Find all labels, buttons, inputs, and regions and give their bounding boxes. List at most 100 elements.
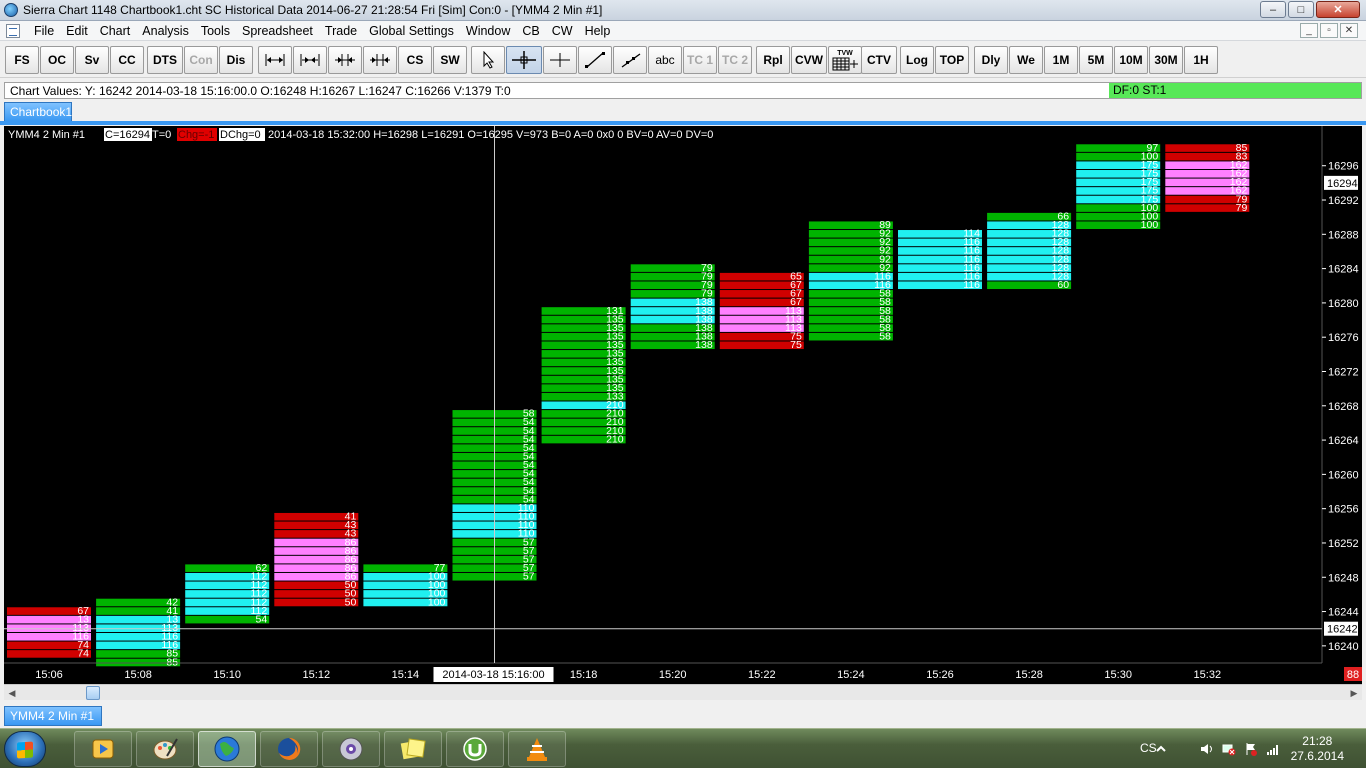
document-icon[interactable]	[6, 23, 20, 38]
footprint-volume-label: 74	[77, 648, 89, 660]
media-center-icon[interactable]	[322, 731, 380, 767]
sierra-chart-taskbar-icon[interactable]	[198, 731, 256, 767]
cc-button[interactable]: CC	[110, 46, 144, 74]
rpl-button[interactable]: Rpl	[756, 46, 790, 74]
firefox-icon[interactable]	[260, 731, 318, 767]
time-tick-label: 15:14	[392, 669, 420, 681]
signal-strength-icon[interactable]	[1266, 742, 1280, 756]
taskbar: CS 21:28 27.6.2014	[0, 728, 1366, 768]
crosshair-price-label: 16242	[1327, 624, 1358, 636]
toolbar: FS OC Sv CC DTS Con Dis CS SW abc TC 1 T…	[0, 42, 1366, 78]
menu-global-settings[interactable]: Global Settings	[363, 21, 460, 41]
network-warning-icon[interactable]	[1222, 742, 1236, 756]
footprint-volume-label: 138	[695, 339, 713, 351]
menu-bar: File Edit Chart Analysis Tools Spreadshe…	[0, 21, 1366, 41]
chartbook-tab[interactable]: Chartbook1	[4, 102, 72, 121]
chart-area[interactable]: YMM4 2 Min #1 C=16294 T=0 Chg=-1 DChg=0 2014-…	[4, 126, 1362, 686]
hairline-tool-icon[interactable]	[543, 46, 577, 74]
crosshair-tool-icon[interactable]	[506, 46, 542, 74]
daily-button[interactable]: Dly	[974, 46, 1008, 74]
tc1-button[interactable]: TC 1	[683, 46, 717, 74]
dts-button[interactable]: DTS	[147, 46, 183, 74]
minimize-button[interactable]: –	[1260, 1, 1286, 18]
sierra-chart-app-icon[interactable]	[4, 3, 18, 17]
chart-header-close: C=16294	[105, 129, 150, 141]
mdi-close-button[interactable]: ✕	[1340, 23, 1358, 38]
ray-tool-icon[interactable]	[613, 46, 647, 74]
con-button[interactable]: Con	[184, 46, 218, 74]
fs-button[interactable]: FS	[5, 46, 39, 74]
1hour-button[interactable]: 1H	[1184, 46, 1218, 74]
mdi-restore-button[interactable]: ▫	[1320, 23, 1338, 38]
menu-spreadsheet[interactable]: Spreadsheet	[236, 21, 319, 41]
mdi-minimize-button[interactable]: _	[1300, 23, 1318, 38]
bar-spacing-decrease-icon[interactable]	[328, 46, 362, 74]
price-tick-label: 16288	[1328, 229, 1359, 241]
top-button[interactable]: TOP	[935, 46, 969, 74]
scroll-left-icon[interactable]: ◀	[6, 687, 18, 699]
1min-button[interactable]: 1M	[1044, 46, 1078, 74]
maximize-button[interactable]: □	[1288, 1, 1314, 18]
log-button[interactable]: Log	[900, 46, 934, 74]
footprint-volume-label: 58	[879, 330, 891, 342]
media-player-icon[interactable]	[74, 731, 132, 767]
time-tick-label: 15:10	[213, 669, 241, 681]
30min-button[interactable]: 30M	[1149, 46, 1183, 74]
tvw-button[interactable]: TVW	[828, 46, 862, 74]
bar-spacing-increase-icon[interactable]	[363, 46, 397, 74]
ctv-button[interactable]: CTV	[861, 46, 897, 74]
price-tick-label: 16268	[1328, 401, 1359, 413]
show-hidden-icons-icon[interactable]	[1154, 742, 1168, 756]
5min-button[interactable]: 5M	[1079, 46, 1113, 74]
bar-count-badge: 88	[1347, 669, 1359, 681]
time-tick-label: 15:28	[1015, 669, 1043, 681]
volume-icon[interactable]	[1200, 742, 1214, 756]
10min-button[interactable]: 10M	[1114, 46, 1148, 74]
menu-help[interactable]: Help	[579, 21, 617, 41]
sw-button[interactable]: SW	[433, 46, 467, 74]
price-tick-label: 16264	[1328, 435, 1359, 447]
start-button-icon[interactable]	[4, 731, 46, 767]
sv-button[interactable]: Sv	[75, 46, 109, 74]
time-tick-label: 15:26	[926, 669, 954, 681]
footprint-chart[interactable]: YMM4 2 Min #1 C=16294 T=0 Chg=-1 DChg=0 2014-…	[4, 126, 1362, 684]
footprint-volume-label: 50	[345, 596, 357, 608]
menu-window[interactable]: Window	[460, 21, 516, 41]
utorrent-icon[interactable]	[446, 731, 504, 767]
dis-button[interactable]: Dis	[219, 46, 253, 74]
cvw-button[interactable]: CVW	[791, 46, 827, 74]
price-tick-label: 16244	[1328, 607, 1359, 619]
paint-icon[interactable]	[136, 731, 194, 767]
time-tick-label: 15:22	[748, 669, 776, 681]
menu-analysis[interactable]: Analysis	[136, 21, 195, 41]
time-tick-label: 15:24	[837, 669, 865, 681]
scale-compress-icon[interactable]	[293, 46, 327, 74]
sticky-notes-icon[interactable]	[384, 731, 442, 767]
close-button[interactable]: ✕	[1316, 1, 1360, 18]
menu-cb[interactable]: CB	[516, 21, 545, 41]
menu-trade[interactable]: Trade	[319, 21, 363, 41]
horizontal-scrollbar[interactable]: ◀ ▶	[4, 684, 1362, 700]
scroll-right-icon[interactable]: ▶	[1348, 687, 1360, 699]
chart-window-tab[interactable]: YMM4 2 Min #1	[4, 706, 102, 726]
weekly-button[interactable]: We	[1009, 46, 1043, 74]
vlc-icon[interactable]	[508, 731, 566, 767]
system-clock[interactable]: 21:28 27.6.2014	[1291, 734, 1344, 764]
menu-tools[interactable]: Tools	[195, 21, 236, 41]
last-price-label: 16294	[1327, 178, 1358, 190]
scale-horizontal-icon[interactable]	[258, 46, 292, 74]
text-tool-button[interactable]: abc	[648, 46, 682, 74]
menu-chart[interactable]: Chart	[94, 21, 137, 41]
footprint-volume-label: 100	[1141, 219, 1159, 231]
cs-button[interactable]: CS	[398, 46, 432, 74]
time-tick-label: 15:06	[35, 669, 63, 681]
scroll-thumb[interactable]	[86, 686, 100, 700]
menu-file[interactable]: File	[28, 21, 60, 41]
oc-button[interactable]: OC	[40, 46, 74, 74]
action-center-flag-icon[interactable]	[1244, 742, 1258, 756]
menu-edit[interactable]: Edit	[60, 21, 94, 41]
pointer-tool-icon[interactable]	[471, 46, 505, 74]
tc2-button[interactable]: TC 2	[718, 46, 752, 74]
line-tool-icon[interactable]	[578, 46, 612, 74]
menu-cw[interactable]: CW	[546, 21, 579, 41]
